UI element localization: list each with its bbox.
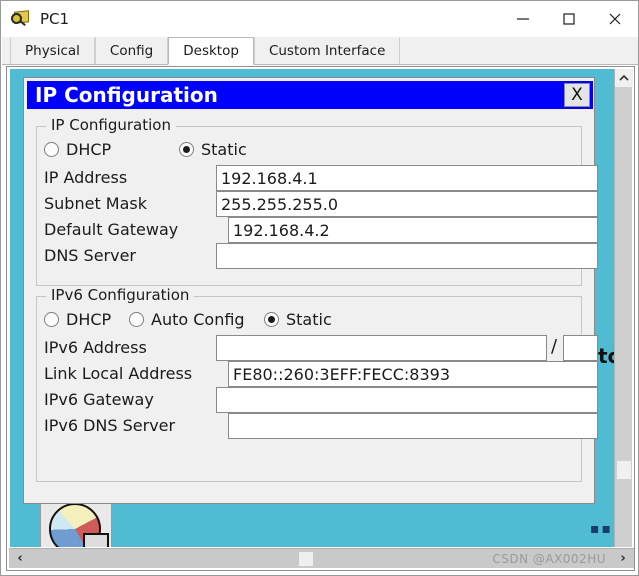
desktop-decoration-dots: ▪▪▪▪ — [590, 521, 617, 537]
maximize-icon[interactable] — [546, 1, 592, 37]
window-controls — [500, 1, 638, 37]
desktop-pane: Dialer Editor Firewall tc ▪▪▪▪ IP Config… — [6, 66, 635, 571]
watermark-text: CSDN @AX002HU — [492, 551, 606, 566]
ipv4-group-legend: IP Configuration — [46, 116, 176, 134]
document-icon — [83, 533, 109, 547]
tab-desktop[interactable]: Desktop — [168, 37, 254, 65]
tab-config[interactable]: Config — [94, 37, 169, 64]
tab-label: Custom Interface — [268, 43, 386, 59]
tab-label: Physical — [25, 43, 80, 59]
ipv6-gateway-label: IPv6 Gateway — [44, 390, 154, 409]
link-local-address-input[interactable]: FE80::260:3EFF:FECC:8393 — [228, 361, 598, 387]
chevron-left-icon[interactable]: ‹ — [9, 550, 31, 568]
subnet-mask-input[interactable]: 255.255.255.0 — [216, 191, 598, 217]
ipv6-dhcp-radio[interactable] — [44, 312, 59, 327]
chevron-right-icon[interactable]: › — [612, 550, 634, 568]
ipv6-static-radio[interactable] — [264, 312, 279, 327]
dns-server-label: DNS Server — [44, 246, 136, 265]
ipv6-dhcp-radio-row[interactable]: DHCP — [44, 310, 111, 329]
subnet-mask-label: Subnet Mask — [44, 194, 148, 213]
window-title: PC1 — [40, 10, 70, 28]
pc-device-icon — [11, 9, 31, 29]
ipv6-prefix-separator: / — [551, 336, 558, 357]
ipv4-static-radio[interactable] — [179, 142, 194, 157]
ip-address-label: IP Address — [44, 168, 128, 187]
horizontal-scrollbar[interactable]: ‹ CSDN @AX002HU › — [9, 548, 634, 568]
default-gateway-input[interactable]: 192.168.4.2 — [228, 217, 598, 243]
ipv6-auto-config-radio[interactable] — [129, 312, 144, 327]
tab-label: Config — [109, 43, 154, 59]
vertical-scrollbar[interactable] — [614, 69, 633, 547]
ipv6-auto-config-radio-row[interactable]: Auto Config — [129, 310, 245, 329]
close-icon[interactable] — [592, 1, 638, 37]
ip-address-input[interactable]: 192.168.4.1 — [216, 165, 598, 191]
ipv4-static-label: Static — [201, 140, 247, 159]
ipv6-group-legend: IPv6 Configuration — [46, 286, 195, 304]
default-gateway-label: Default Gateway — [44, 220, 179, 239]
ipv4-dhcp-radio[interactable] — [44, 142, 59, 157]
ip-configuration-dialog: IP Configuration X IP Configuration DHCP… — [23, 77, 598, 504]
ipv6-static-radio-row[interactable]: Static — [264, 310, 332, 329]
window-titlebar: PC1 — [1, 1, 638, 37]
vertical-scrollbar-thumb[interactable] — [617, 461, 631, 479]
ipv6-dns-server-input[interactable] — [228, 413, 598, 439]
pt-device-window: PC1 Physical Config Desktop Custom Inter… — [0, 0, 639, 576]
ipv4-dhcp-label: DHCP — [66, 140, 112, 159]
tab-physical[interactable]: Physical — [10, 37, 95, 64]
minimize-icon[interactable] — [500, 1, 546, 37]
ipv6-prefix-input[interactable] — [563, 335, 598, 361]
ip-configuration-title: IP Configuration — [35, 83, 218, 107]
desktop-canvas: Dialer Editor Firewall tc ▪▪▪▪ IP Config… — [10, 69, 617, 547]
ipv6-static-label: Static — [286, 310, 332, 329]
tab-label: Desktop — [183, 43, 239, 59]
horizontal-scrollbar-track[interactable]: CSDN @AX002HU — [31, 550, 612, 567]
ipv6-dns-server-label: IPv6 DNS Server — [44, 416, 176, 435]
ip-configuration-titlebar: IP Configuration X — [27, 81, 593, 109]
ipv6-address-input[interactable] — [216, 335, 547, 361]
link-local-address-label: Link Local Address — [44, 364, 193, 383]
ipv6-auto-config-label: Auto Config — [151, 310, 245, 329]
ipv4-static-radio-row[interactable]: Static — [179, 140, 247, 159]
chevron-up-icon[interactable] — [615, 69, 633, 87]
ipv6-gateway-input[interactable] — [216, 387, 598, 413]
ipv6-dhcp-label: DHCP — [66, 310, 112, 329]
dns-server-input[interactable] — [216, 243, 598, 269]
tab-custom-interface[interactable]: Custom Interface — [253, 37, 401, 64]
ipv6-address-label: IPv6 Address — [44, 338, 147, 357]
dialog-close-button[interactable]: X — [564, 83, 590, 107]
ipv4-dhcp-radio-row[interactable]: DHCP — [44, 140, 111, 159]
horizontal-scrollbar-thumb[interactable] — [299, 551, 313, 566]
tab-bar: Physical Config Desktop Custom Interface — [2, 37, 638, 65]
